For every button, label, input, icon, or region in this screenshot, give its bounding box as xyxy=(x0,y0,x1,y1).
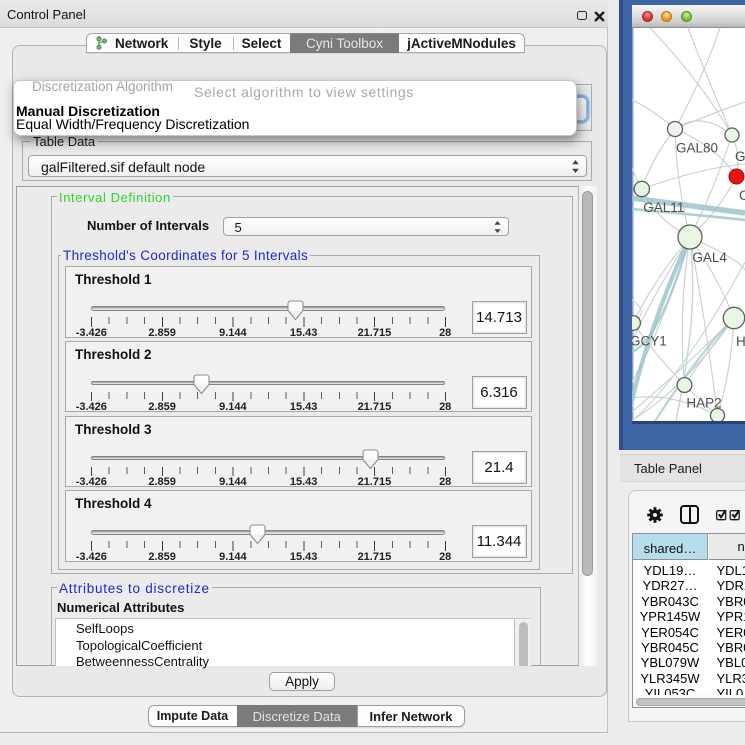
svg-text:GAL4: GAL4 xyxy=(692,250,727,265)
svg-text:GAL7: GAL7 xyxy=(735,149,745,164)
svg-text:GAL80: GAL80 xyxy=(676,141,718,156)
svg-text:GAL11: GAL11 xyxy=(643,200,684,215)
svg-text:GCY1: GCY1 xyxy=(632,334,667,349)
svg-text:C: C xyxy=(739,188,745,203)
svg-text:H: H xyxy=(736,334,745,349)
svg-text:HAP2: HAP2 xyxy=(686,396,721,411)
